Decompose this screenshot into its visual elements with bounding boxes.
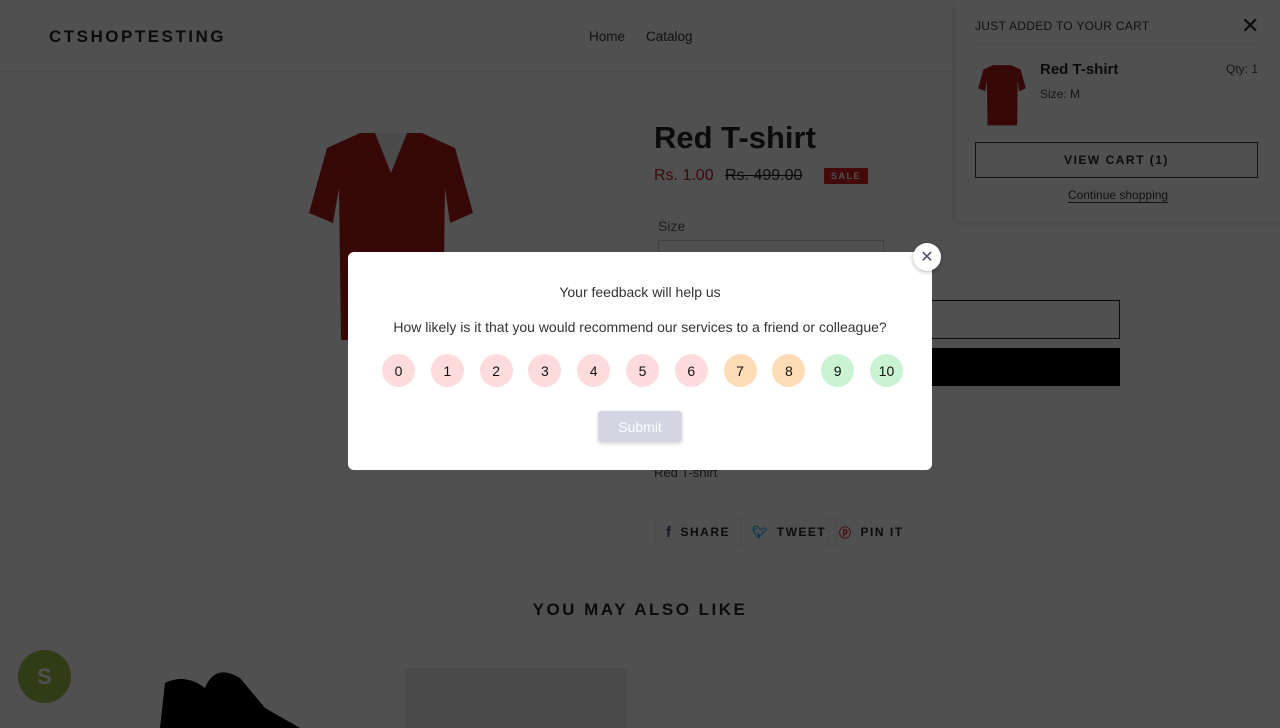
score-option-3[interactable]: 3: [528, 354, 562, 387]
feedback-modal: Your feedback will help us How likely is…: [348, 252, 932, 470]
view-cart-button[interactable]: VIEW CART (1): [975, 142, 1258, 178]
modal-close-icon[interactable]: ✕: [913, 243, 941, 271]
sale-price: Rs. 1.00: [654, 167, 714, 184]
score-option-5[interactable]: 5: [625, 354, 659, 387]
feedback-question: How likely is it that you would recommen…: [393, 319, 887, 335]
score-option-7[interactable]: 7: [723, 354, 757, 387]
share-facebook-button[interactable]: f SHARE: [655, 518, 742, 546]
cart-item-name: Red T-shirt: [1040, 61, 1119, 78]
cart-popup: JUST ADDED TO YOUR CART ✕ Red T-shirt Si…: [955, 0, 1280, 222]
score-option-1[interactable]: 1: [430, 354, 464, 387]
score-option-8[interactable]: 8: [772, 354, 806, 387]
nps-score-options: 0 1 2 3 4 5 6 7 8 9 10: [382, 354, 903, 387]
twitter-icon: 🐦︎: [752, 525, 769, 539]
cart-item-size: Size: M: [1040, 87, 1081, 101]
cart-popup-heading: JUST ADDED TO YOUR CART: [975, 19, 1150, 33]
compare-price: Rs. 499.00: [725, 167, 803, 184]
pin-label: PIN IT: [860, 525, 904, 539]
shopify-badge[interactable]: S: [18, 650, 71, 703]
cart-item-image: [978, 65, 1026, 126]
product-title: Red T-shirt: [654, 120, 816, 155]
store-logo[interactable]: CTSHOPTESTING: [49, 27, 226, 47]
feedback-title: Your feedback will help us: [559, 284, 721, 300]
share-twitter-button[interactable]: 🐦︎ TWEET: [741, 518, 838, 546]
score-option-2[interactable]: 2: [479, 354, 513, 387]
divider: [975, 44, 1260, 45]
cart-item-qty: Qty: 1: [1226, 62, 1259, 76]
nav-catalog[interactable]: Catalog: [646, 29, 693, 44]
shopify-bag-icon: S: [37, 663, 52, 689]
tweet-label: TWEET: [776, 525, 827, 539]
score-option-4[interactable]: 4: [577, 354, 611, 387]
related-product-shoe-image[interactable]: [155, 668, 300, 728]
score-option-6[interactable]: 6: [674, 354, 708, 387]
share-pinterest-button[interactable]: ⓟ PIN IT: [828, 518, 915, 546]
score-option-10[interactable]: 10: [869, 354, 903, 387]
pinterest-icon: ⓟ: [839, 525, 853, 540]
size-label: Size: [658, 218, 686, 234]
continue-shopping-link[interactable]: Continue shopping: [1068, 188, 1169, 203]
nav-home[interactable]: Home: [589, 29, 625, 44]
share-label: SHARE: [680, 525, 731, 539]
related-heading: YOU MAY ALSO LIKE: [532, 600, 748, 619]
score-option-9[interactable]: 9: [821, 354, 855, 387]
sale-badge: SALE: [824, 168, 869, 184]
close-icon[interactable]: ✕: [1241, 13, 1259, 39]
score-option-0[interactable]: 0: [382, 354, 415, 387]
related-product-image[interactable]: [405, 668, 627, 728]
facebook-icon: f: [666, 523, 673, 541]
submit-button[interactable]: Submit: [598, 411, 682, 442]
